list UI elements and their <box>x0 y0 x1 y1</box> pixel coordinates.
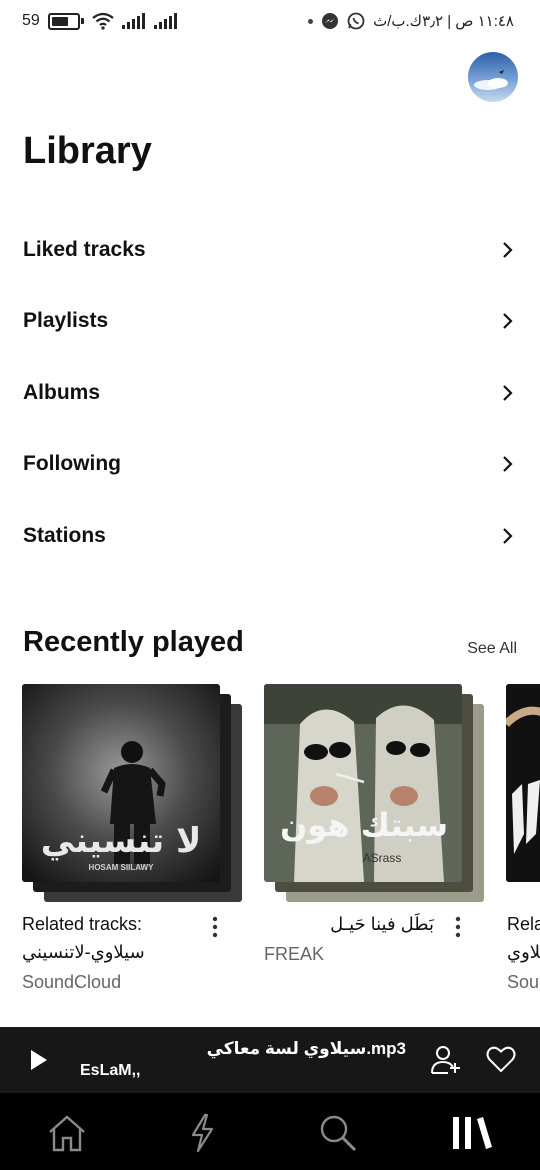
artwork: سبتك هون ASrass <box>264 684 462 882</box>
home-icon <box>49 1115 85 1152</box>
card-subtitle: FREAK <box>264 944 325 964</box>
battery-level: 59 <box>22 12 40 29</box>
more-vert-icon[interactable] <box>455 916 461 938</box>
menu-item-stations[interactable]: Stations <box>0 500 540 572</box>
bottom-nav <box>0 1093 540 1170</box>
heart-icon[interactable] <box>486 1045 516 1073</box>
artwork-title-text: سبتك هون <box>280 806 448 844</box>
lightning-icon <box>191 1113 214 1153</box>
messenger-icon <box>322 13 339 29</box>
battery-icon <box>47 12 84 30</box>
nav-library[interactable] <box>450 1111 494 1155</box>
menu-item-label: Following <box>23 452 121 476</box>
card-title: Rela <box>507 914 540 934</box>
card-title-line2: سيلاوي <box>507 942 540 962</box>
add-user-icon[interactable] <box>430 1043 462 1075</box>
recently-played-title: Recently played <box>23 626 244 658</box>
notification-dot <box>308 18 314 24</box>
avatar-image <box>468 52 518 102</box>
status-time: ١١:٤٨ ص | ٣٫٢ك.ب/ث <box>373 13 514 30</box>
card-title: Related tracks: <box>22 914 143 934</box>
artwork-caption-text: HOSAM SIILAWY <box>89 863 155 872</box>
nav-search[interactable] <box>316 1111 360 1155</box>
card-title-line2: سيلاوي-لاتنسيني <box>22 942 145 962</box>
play-icon[interactable] <box>30 1049 48 1071</box>
avatar[interactable] <box>468 52 518 102</box>
mini-player[interactable]: سيلاوي لسة معاكي.mp3 EsLaM,, <box>0 1027 540 1093</box>
see-all-link[interactable]: See All <box>467 640 517 658</box>
whatsapp-icon <box>347 12 365 30</box>
page-title: Library <box>23 130 152 172</box>
more-vert-icon[interactable] <box>212 916 218 938</box>
status-right: ١١:٤٨ ص | ٣٫٢ك.ب/ث <box>308 12 514 30</box>
chevron-right-icon <box>503 456 513 473</box>
library-icon <box>453 1117 492 1149</box>
menu-item-albums[interactable]: Albums <box>0 357 540 429</box>
now-playing-title: سيلاوي لسة معاكي.mp3 <box>206 1039 406 1058</box>
menu-item-label: Stations <box>23 523 106 547</box>
artwork <box>506 684 540 882</box>
playlist-artwork-stack: سبتك هون ASrass <box>264 684 486 902</box>
card-title: بَطَل فينا حَيـل <box>330 914 434 934</box>
menu-item-label: Liked tracks <box>23 237 146 261</box>
wifi-icon <box>92 12 114 30</box>
menu-item-following[interactable]: Following <box>0 429 540 501</box>
chevron-right-icon <box>503 527 513 544</box>
recent-card[interactable]: Rela سيلاوي Sou <box>506 684 540 1014</box>
signal-icon <box>153 13 177 29</box>
card-subtitle: Sou <box>507 972 540 992</box>
now-playing-artist: EsLaM,, <box>80 1062 141 1079</box>
menu-item-playlists[interactable]: Playlists <box>0 286 540 358</box>
menu-item-label: Playlists <box>23 309 109 333</box>
artwork-title-text: لا تنسيني <box>41 821 202 861</box>
search-icon <box>320 1115 357 1152</box>
nav-home[interactable] <box>45 1111 89 1155</box>
chevron-right-icon <box>503 384 513 401</box>
status-left: 59 <box>22 12 178 30</box>
playlist-artwork-stack: لا تنسيني HOSAM SIILAWY <box>22 684 244 902</box>
library-menu: Liked tracks Playlists Albums Following … <box>0 214 540 572</box>
card-subtitle: SoundCloud <box>22 972 122 992</box>
chevron-right-icon <box>503 313 513 330</box>
recent-card[interactable]: لا تنسيني HOSAM SIILAWY Related tracks: … <box>22 684 244 992</box>
menu-item-liked-tracks[interactable]: Liked tracks <box>0 214 540 286</box>
menu-item-label: Albums <box>23 380 101 404</box>
playlist-artwork-stack <box>506 684 540 902</box>
artwork: لا تنسيني HOSAM SIILAWY <box>22 684 220 882</box>
chevron-right-icon <box>503 241 513 258</box>
recent-card[interactable]: سبتك هون ASrass بَطَل فينا حَيـل FREAK <box>264 684 486 964</box>
artwork-caption-text: ASrass <box>363 851 402 865</box>
nav-feed[interactable] <box>180 1111 224 1155</box>
status-bar: 59 ١١:٤٨ ص | ٣٫٢ك.ب/ث <box>0 0 540 46</box>
signal-icon <box>121 13 145 29</box>
